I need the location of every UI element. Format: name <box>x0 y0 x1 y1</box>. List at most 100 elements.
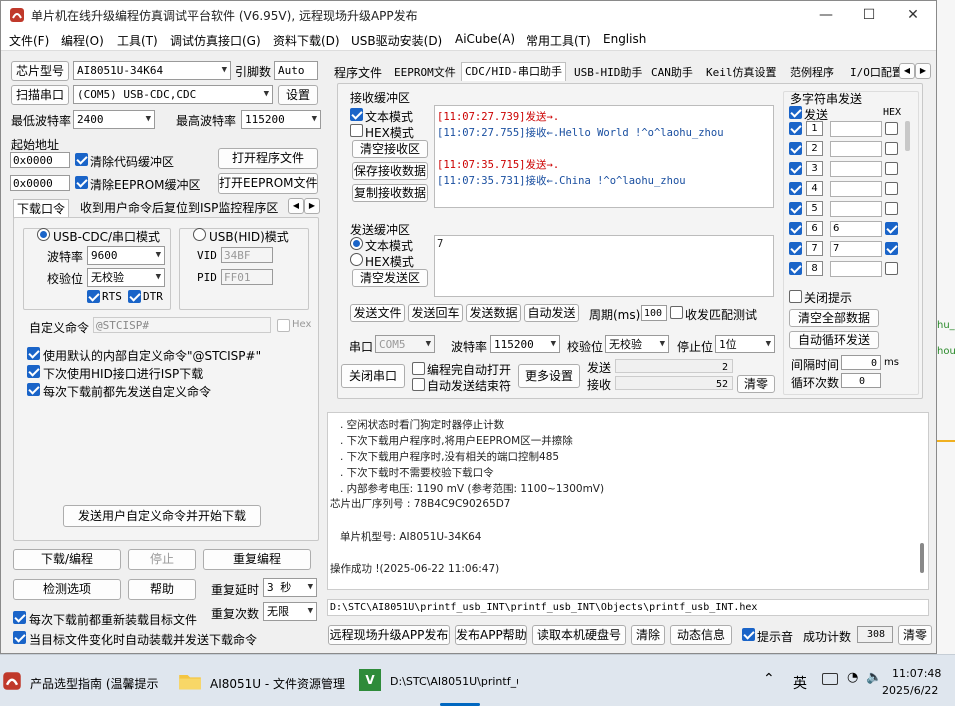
settings-button[interactable]: 设置 <box>278 85 318 105</box>
port-select[interactable]: (COM5) USB-CDC,CDC ▼ <box>73 85 273 104</box>
taskbar-item-label[interactable]: D:\STC\AI8051U\printf_u <box>390 675 518 688</box>
multi-row-field[interactable] <box>830 121 882 137</box>
multi-row-number[interactable]: 2 <box>806 141 823 156</box>
menu-usb-driver[interactable]: USB驱动安装(D) <box>351 32 442 49</box>
tab-eeprom-file[interactable]: EEPROM文件 <box>391 64 459 82</box>
copy-recv-button[interactable]: 复制接收数据 <box>352 184 428 202</box>
multi-row-field[interactable]: 6 <box>830 221 882 237</box>
multi-row-checkbox[interactable] <box>789 222 802 235</box>
tab-download-password[interactable]: 下载口令 <box>13 199 70 218</box>
clear-log-button[interactable]: 清除 <box>631 625 665 645</box>
clear-send-button[interactable]: 清空发送区 <box>352 269 428 287</box>
recv-text-mode-checkbox[interactable] <box>350 108 363 121</box>
send-hex-mode-radio[interactable] <box>350 253 363 266</box>
hid-mode-radio[interactable] <box>193 228 206 241</box>
menu-tools[interactable]: 工具(T) <box>117 32 158 49</box>
scan-port-button[interactable]: 扫描串口 <box>11 85 69 105</box>
max-baud-select[interactable]: 115200 ▼ <box>241 110 321 129</box>
display-icon[interactable] <box>822 673 838 685</box>
auto-send-button[interactable]: 自动发送 <box>524 304 579 322</box>
multi-row-number[interactable]: 4 <box>806 181 823 196</box>
multi-row-number[interactable]: 6 <box>806 221 823 236</box>
tab-serial-assistant[interactable]: CDC/HID-串口助手 <box>461 62 566 81</box>
repeat-count-select[interactable]: 无限 ▼ <box>263 602 317 621</box>
close-port-button[interactable]: 关闭串口 <box>341 364 405 388</box>
maximize-icon[interactable]: ☐ <box>856 5 882 25</box>
multi-row-checkbox[interactable] <box>789 182 802 195</box>
multi-row-field[interactable] <box>830 181 882 197</box>
help-button[interactable]: 帮助 <box>128 579 196 600</box>
multi-row-hex-checkbox[interactable] <box>885 262 898 275</box>
menu-program[interactable]: 编程(O) <box>61 32 104 49</box>
auto-loop-button[interactable]: 自动循环发送 <box>789 331 879 349</box>
zero-count-button[interactable]: 清零 <box>898 625 932 645</box>
close-tip-checkbox[interactable] <box>789 290 802 303</box>
remote-publish-button[interactable]: 远程现场升级APP发布 <box>328 625 450 645</box>
menu-aicube[interactable]: AiCube(A) <box>455 32 515 46</box>
loop-count-field[interactable]: 0 <box>841 373 881 388</box>
clear-eeprom-checkbox[interactable] <box>75 176 88 189</box>
send-custom-first-checkbox[interactable] <box>27 383 40 396</box>
chip-select[interactable]: AI8051U-34K64 ▼ <box>73 61 231 80</box>
multi-row-hex-checkbox[interactable] <box>885 202 898 215</box>
stop-bits-select[interactable]: 1位 ▼ <box>715 335 775 353</box>
network-icon[interactable]: ◔ <box>847 670 858 685</box>
interval-field[interactable]: 0 <box>841 355 881 370</box>
multi-scrollbar[interactable] <box>905 121 910 151</box>
send-data-button[interactable]: 发送数据 <box>466 304 521 322</box>
multi-send-all-checkbox[interactable] <box>789 106 802 119</box>
hid-next-checkbox[interactable] <box>27 365 40 378</box>
match-test-checkbox[interactable] <box>670 306 683 319</box>
tab-reset-isp[interactable]: 收到用户命令后复位到ISP监控程序区 <box>77 199 281 217</box>
auto-load-checkbox[interactable] <box>13 631 26 644</box>
multi-row-number[interactable]: 8 <box>806 261 823 276</box>
taskbar-item-label[interactable]: 产品选型指南 (温馨提示 <box>30 675 159 692</box>
sound-checkbox[interactable] <box>742 628 755 641</box>
period-field[interactable]: 100 <box>641 305 667 321</box>
volume-icon[interactable]: 🔈 <box>866 670 882 685</box>
repeat-program-button[interactable]: 重复编程 <box>203 549 311 570</box>
open-eeprom-button[interactable]: 打开EEPROM文件 <box>218 173 318 194</box>
save-recv-button[interactable]: 保存接收数据 <box>352 162 428 180</box>
tab-scroll-right[interactable]: ▶ <box>304 198 320 214</box>
menu-download[interactable]: 资料下载(D) <box>273 32 340 49</box>
send-text-mode-radio[interactable] <box>350 237 363 250</box>
multi-row-hex-checkbox[interactable] <box>885 122 898 135</box>
multi-row-hex-checkbox[interactable] <box>885 242 898 255</box>
reload-checkbox[interactable] <box>13 611 26 624</box>
pid-field[interactable]: FF01 <box>221 269 273 285</box>
send-buffer[interactable]: 7 <box>434 235 774 297</box>
baud-select[interactable]: 9600 ▼ <box>87 246 165 265</box>
multi-row-number[interactable]: 1 <box>806 121 823 136</box>
multi-row-checkbox[interactable] <box>789 202 802 215</box>
chevron-up-icon[interactable]: ⌃ <box>763 671 775 687</box>
multi-row-field[interactable] <box>830 201 882 217</box>
min-baud-select[interactable]: 2400 ▼ <box>73 110 155 129</box>
tab-scroll-left[interactable]: ◀ <box>288 198 304 214</box>
keil-icon[interactable]: V <box>359 669 381 691</box>
auto-terminator-checkbox[interactable] <box>412 378 425 391</box>
auto-open-checkbox[interactable] <box>412 362 425 375</box>
menu-file[interactable]: 文件(F) <box>9 32 49 49</box>
tab-examples[interactable]: 范例程序 <box>787 64 837 82</box>
publish-help-button[interactable]: 发布APP帮助 <box>455 625 527 645</box>
multi-row-hex-checkbox[interactable] <box>885 142 898 155</box>
custom-command-field[interactable]: @STCISP# <box>93 317 271 333</box>
multi-row-field[interactable] <box>830 141 882 157</box>
folder-icon[interactable] <box>178 671 202 691</box>
serial-baud-select[interactable]: 115200 ▼ <box>490 335 560 353</box>
multi-row-hex-checkbox[interactable] <box>885 222 898 235</box>
check-options-button[interactable]: 检测选项 <box>13 579 121 600</box>
pin-select[interactable]: Auto <box>274 61 318 80</box>
send-enter-button[interactable]: 发送回车 <box>408 304 463 322</box>
open-program-button[interactable]: 打开程序文件 <box>218 148 318 169</box>
start-address-code[interactable]: 0x0000 <box>10 152 70 168</box>
vid-field[interactable]: 34BF <box>221 247 273 263</box>
more-settings-button[interactable]: 更多设置 <box>518 364 580 388</box>
multi-row-checkbox[interactable] <box>789 242 802 255</box>
recv-hex-mode-checkbox[interactable] <box>350 124 363 137</box>
multi-row-checkbox[interactable] <box>789 262 802 275</box>
tab-keil[interactable]: Keil仿真设置 <box>703 64 780 82</box>
tab-program-file[interactable]: 程序文件 <box>331 64 385 82</box>
multi-row-field[interactable]: 7 <box>830 241 882 257</box>
